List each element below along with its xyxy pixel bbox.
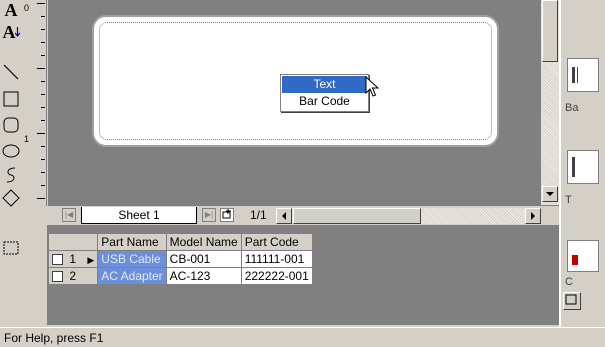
scroll-right-button[interactable] <box>525 208 541 224</box>
row-header[interactable]: 1 ▶ <box>47 250 99 268</box>
ruler-tick <box>37 3 45 4</box>
ruler-mark-0: 0 <box>24 3 30 13</box>
cell-part-code[interactable]: 111111-001 <box>240 250 313 268</box>
first-sheet-button[interactable]: |◀ <box>62 208 76 222</box>
status-text: For Help, press F1 <box>4 331 104 345</box>
table-row[interactable]: 2 AC Adapter AC-123 222222-001 <box>47 267 313 285</box>
new-sheet-button[interactable] <box>220 208 234 222</box>
right-panel-label: C <box>565 276 573 288</box>
ruler-tick <box>41 94 45 95</box>
scroll-left-button[interactable] <box>276 208 292 224</box>
status-bar: For Help, press F1 <box>0 327 605 347</box>
ruler-tick <box>37 133 45 134</box>
ruler-tick <box>37 68 45 69</box>
ellipse-tool-icon[interactable] <box>2 141 20 160</box>
ruler-tick <box>37 198 45 199</box>
rectangle-tool-icon[interactable] <box>2 89 20 108</box>
vertical-scroll-thumb[interactable] <box>542 0 558 62</box>
window-icon <box>565 294 577 305</box>
cell-part-code[interactable]: 222222-001 <box>240 267 313 285</box>
barcode-object-button[interactable] <box>567 58 599 92</box>
clip-object-icon <box>572 255 578 265</box>
new-sheet-icon <box>222 209 231 219</box>
ruler-tick <box>41 107 45 108</box>
insert-context-menu: Text Bar Code <box>280 74 369 112</box>
ruler-tick <box>41 159 45 160</box>
barcode-icon <box>572 67 578 83</box>
current-row-icon: ▶ <box>87 255 95 265</box>
sheet-tab[interactable]: Sheet 1 <box>81 207 197 224</box>
grid-side-panel <box>21 225 48 325</box>
text-tool-icon[interactable]: A <box>2 0 20 19</box>
row-checkbox[interactable] <box>52 271 63 283</box>
database-grid: Part Name Model Name Part Code 1 ▶ USB C… <box>47 233 313 285</box>
page-indicator: 1/1 <box>250 208 267 222</box>
vertical-text-tool-icon[interactable]: A <box>2 22 20 41</box>
drawing-toolbox: A A <box>0 0 21 327</box>
vertical-scrollbar[interactable] <box>541 0 559 205</box>
line-tool-icon[interactable] <box>2 62 20 81</box>
ruler-tick <box>41 172 45 173</box>
text-object-icon <box>572 157 575 177</box>
ruler-tick <box>41 146 45 147</box>
freehand-tool-icon[interactable] <box>2 165 20 184</box>
scroll-down-button[interactable] <box>542 186 558 202</box>
selection-marquee-icon[interactable] <box>2 238 20 257</box>
mouse-cursor-icon <box>365 76 379 97</box>
clip-object-button[interactable] <box>567 240 599 272</box>
arrow-down-icon <box>546 191 554 196</box>
arrow-left-icon <box>281 212 286 220</box>
row-number: 2 <box>69 269 77 283</box>
ruler-tick <box>41 120 45 121</box>
panel-toggle-button[interactable] <box>563 292 581 310</box>
ruler-tick <box>41 42 45 43</box>
ruler-mark-1: 1 <box>24 134 30 144</box>
column-header-part-code[interactable]: Part Code <box>240 233 313 251</box>
menu-item-bar-code[interactable]: Bar Code <box>282 93 367 110</box>
column-header-model-name[interactable]: Model Name <box>165 233 242 251</box>
cell-model-name[interactable]: AC-123 <box>165 267 242 285</box>
row-checkbox[interactable] <box>52 254 63 266</box>
right-object-panel: Ba T C <box>559 0 605 327</box>
sheet-tab-bar: |◀ Sheet 1 ▶| 1/1 <box>48 205 559 225</box>
right-panel-label: T <box>565 194 572 206</box>
right-panel-label: Ba <box>565 102 579 114</box>
ruler-tick <box>41 185 45 186</box>
rounded-rectangle-tool-icon[interactable] <box>2 115 20 134</box>
text-object-button[interactable] <box>567 150 599 184</box>
table-row[interactable]: 1 ▶ USB Cable CB-001 111111-001 <box>47 250 313 268</box>
ruler-tick <box>41 29 45 30</box>
column-header-part-name[interactable]: Part Name <box>97 233 167 251</box>
cell-model-name[interactable]: CB-001 <box>165 250 242 268</box>
label-canvas[interactable]: Text Bar Code <box>48 0 541 205</box>
cell-part-name[interactable]: AC Adapter <box>97 267 167 285</box>
menu-item-text[interactable]: Text <box>282 76 367 93</box>
text-tool-glyph: A <box>4 0 18 20</box>
grid-header-row: Part Name Model Name Part Code <box>47 233 313 251</box>
last-sheet-button[interactable]: ▶| <box>202 208 216 222</box>
grid-corner-cell <box>47 233 99 251</box>
ruler-tick <box>41 16 45 17</box>
cell-part-name[interactable]: USB Cable <box>97 250 167 268</box>
horizontal-scroll-thumb[interactable] <box>293 208 421 224</box>
horizontal-scrollbar[interactable] <box>276 208 541 224</box>
ruler-tick <box>41 55 45 56</box>
row-header[interactable]: 2 <box>47 267 99 285</box>
polygon-tool-icon[interactable] <box>2 188 20 207</box>
row-number: 1 <box>69 252 77 266</box>
down-arrow-icon <box>14 26 20 37</box>
arrow-right-icon <box>530 212 535 220</box>
vertical-ruler: 0 1 <box>21 0 47 206</box>
ruler-tick <box>41 81 45 82</box>
